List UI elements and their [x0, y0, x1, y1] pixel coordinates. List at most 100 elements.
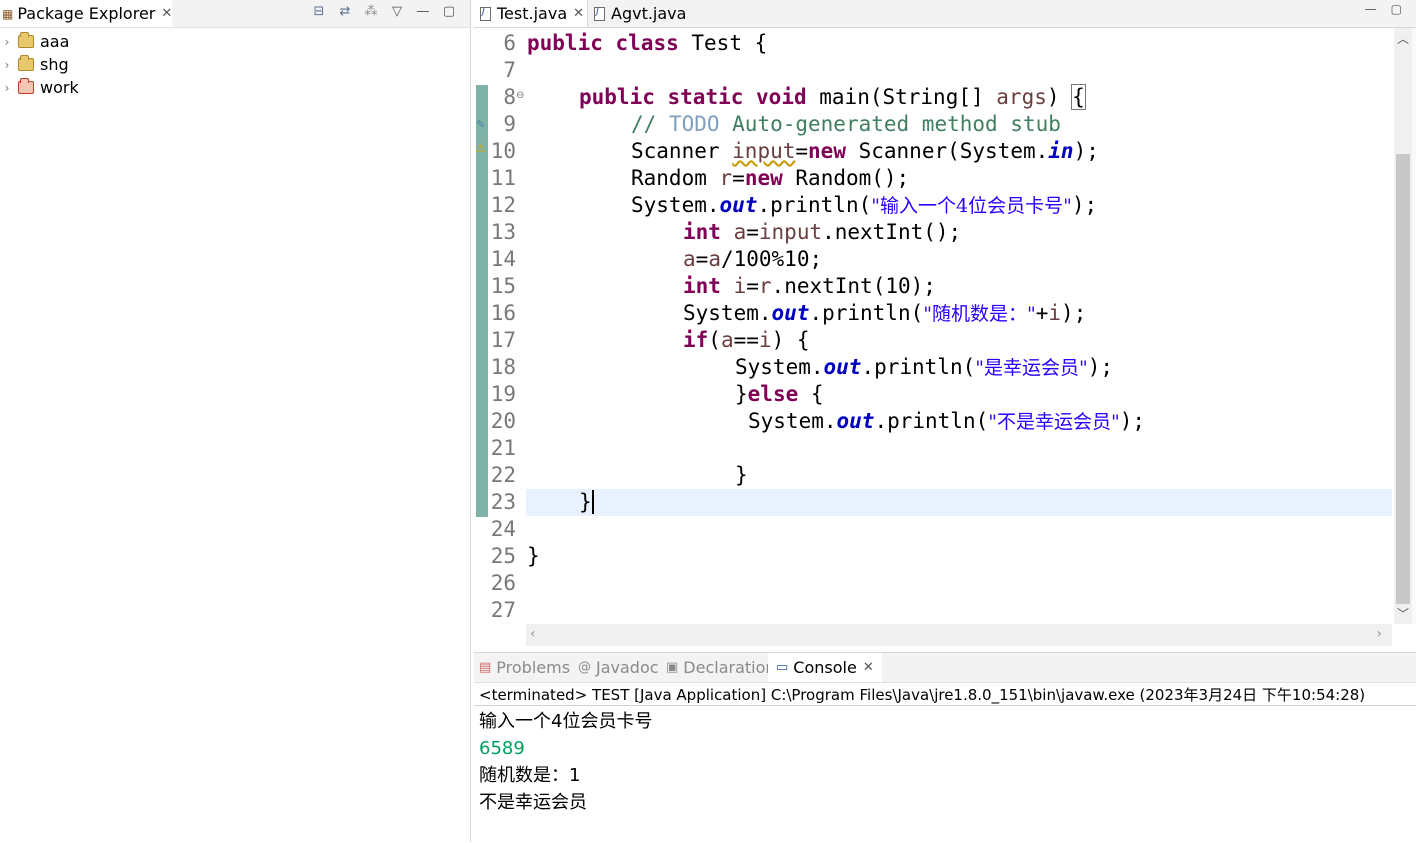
scrollbar-thumb[interactable]	[1396, 154, 1410, 604]
chevron-right-icon[interactable]: ›	[0, 35, 14, 49]
line-number: 13	[490, 220, 516, 244]
code-line: public class Test {	[527, 31, 768, 55]
vertical-scrollbar[interactable]: ︿ ﹀	[1394, 28, 1412, 624]
console-output-line: 不是幸运会员	[479, 792, 587, 813]
line-number: 19	[490, 382, 516, 406]
tab-label: Package Explorer	[17, 4, 156, 23]
code-line: }	[579, 490, 594, 514]
code-line: }	[735, 463, 748, 487]
tree-item-project[interactable]: › shg	[0, 53, 69, 76]
tree-item-project[interactable]: › work	[0, 76, 79, 99]
java-file-icon	[480, 6, 491, 21]
line-number: 22	[490, 463, 516, 487]
project-error-folder-icon	[18, 78, 34, 94]
code-line: int a=input.nextInt();	[683, 220, 962, 244]
line-number: 27	[490, 598, 516, 622]
filter-icon[interactable]: ⁂	[364, 4, 378, 19]
text-caret	[591, 490, 594, 514]
project-name: aaa	[40, 32, 70, 51]
tab-test-java[interactable]: Test.java ✕	[474, 0, 588, 27]
line-number: 15	[490, 274, 516, 298]
current-line-highlight	[526, 489, 1392, 516]
code-line: int i=r.nextInt(10);	[683, 274, 936, 298]
line-number: 7	[503, 58, 516, 82]
declaration-icon: ▣	[666, 660, 679, 675]
line-number: 6	[503, 31, 516, 55]
close-icon[interactable]: ✕	[161, 6, 172, 21]
java-file-icon	[594, 6, 605, 21]
line-number: 9	[503, 112, 516, 136]
warning-icon[interactable]: ⚠	[475, 141, 486, 155]
line-number: 10	[490, 139, 516, 163]
line-number: 26	[490, 571, 516, 595]
tab-label: Test.java	[497, 4, 568, 23]
javadoc-at-icon: @	[578, 660, 591, 675]
tab-console[interactable]: ▭ Console ✕	[768, 653, 882, 682]
explorer-tab-bar: ▦ Package Explorer ✕ ⊟ ⇄ ⁂ ▽ — ▢	[0, 0, 470, 28]
console-panel: ▤ Problems @ Javadoc ▣ Declaration ▭ Con…	[474, 652, 1416, 843]
code-line: }	[527, 544, 540, 568]
line-number: 14	[490, 247, 516, 271]
editor-window-controls: — ▢	[1365, 2, 1402, 16]
code-text-area[interactable]: public class Test { public static void m…	[526, 28, 1392, 624]
project-folder-icon	[18, 32, 34, 48]
console-divider	[474, 705, 1416, 706]
view-menu-chevron-down-icon[interactable]: ▽	[390, 4, 404, 19]
console-status-line: <terminated> TEST [Java Application] C:\…	[479, 686, 1366, 704]
code-line: if(a==i) {	[683, 328, 810, 352]
close-icon[interactable]: ✕	[863, 660, 874, 675]
code-line: a=a/100%10;	[683, 247, 823, 271]
line-number: 16	[490, 301, 516, 325]
explorer-toolbar: ⊟ ⇄ ⁂ ▽ — ▢	[312, 4, 456, 19]
tab-package-explorer[interactable]: ▦ Package Explorer ✕	[0, 0, 173, 27]
code-line: Random r=new Random();	[631, 166, 910, 190]
link-with-editor-icon[interactable]: ⇄	[338, 4, 352, 19]
tab-problems[interactable]: ▤ Problems	[479, 653, 570, 682]
collapse-all-icon[interactable]: ⊟	[312, 4, 326, 19]
fold-collapse-icon[interactable]: ⊖	[516, 90, 524, 101]
scroll-left-icon[interactable]: ‹	[530, 626, 536, 642]
tab-agvt-java[interactable]: Agvt.java	[588, 0, 692, 27]
problems-icon: ▤	[479, 660, 492, 675]
close-icon[interactable]: ✕	[573, 6, 584, 21]
line-number: 8	[503, 85, 516, 109]
package-explorer-icon: ▦	[2, 6, 14, 21]
editor-tab-bar: Test.java ✕ Agvt.java — ▢	[474, 0, 1416, 28]
chevron-right-icon[interactable]: ›	[0, 81, 14, 95]
line-number: 23	[490, 490, 516, 514]
maximize-icon[interactable]: ▢	[1391, 2, 1402, 16]
minimize-icon[interactable]: —	[416, 4, 430, 19]
minimize-icon[interactable]: —	[1365, 2, 1377, 16]
line-number: 11	[490, 166, 516, 190]
tree-item-project[interactable]: › aaa	[0, 30, 69, 53]
project-name: shg	[40, 55, 69, 74]
code-line: System.out.println("随机数是："+i);	[683, 301, 1087, 325]
line-number: 21	[490, 436, 516, 460]
code-line: public static void main(String[] args) {	[579, 84, 1086, 110]
scroll-up-icon[interactable]: ︿	[1396, 30, 1410, 47]
line-number: 17	[490, 328, 516, 352]
scroll-down-icon[interactable]: ﹀	[1396, 605, 1410, 622]
code-editor: Test.java ✕ Agvt.java — ▢ 6 7 8 ⊖ 9 ✎ 10…	[474, 0, 1416, 648]
horizontal-scrollbar[interactable]: ‹ ›	[526, 624, 1392, 646]
line-number: 12	[490, 193, 516, 217]
maximize-icon[interactable]: ▢	[442, 4, 456, 19]
chevron-right-icon[interactable]: ›	[0, 58, 14, 72]
tab-javadoc[interactable]: @ Javadoc	[578, 653, 659, 682]
project-folder-icon	[18, 55, 34, 71]
line-number-gutter: 6 7 8 ⊖ 9 ✎ 10 ⚠ 11 12 13 14 15 16 17 18…	[474, 28, 526, 624]
package-explorer-view: ▦ Package Explorer ✕ ⊟ ⇄ ⁂ ▽ — ▢ › aaa ›…	[0, 0, 471, 842]
line-number: 20	[490, 409, 516, 433]
scroll-right-icon[interactable]: ›	[1376, 626, 1382, 642]
code-line: }else {	[735, 382, 824, 406]
tab-declaration[interactable]: ▣ Declaration	[666, 653, 776, 682]
line-number: 18	[490, 355, 516, 379]
console-icon: ▭	[776, 660, 789, 675]
task-marker-icon[interactable]: ✎	[476, 118, 485, 131]
code-line: System.out.println("不是幸运会员");	[748, 409, 1146, 433]
code-line: Scanner input=new Scanner(System.in);	[631, 139, 1099, 163]
overview-ruler[interactable]	[1412, 28, 1416, 624]
project-name: work	[40, 78, 79, 97]
console-user-input-line: 6589	[479, 738, 525, 759]
line-number: 25	[490, 544, 516, 568]
